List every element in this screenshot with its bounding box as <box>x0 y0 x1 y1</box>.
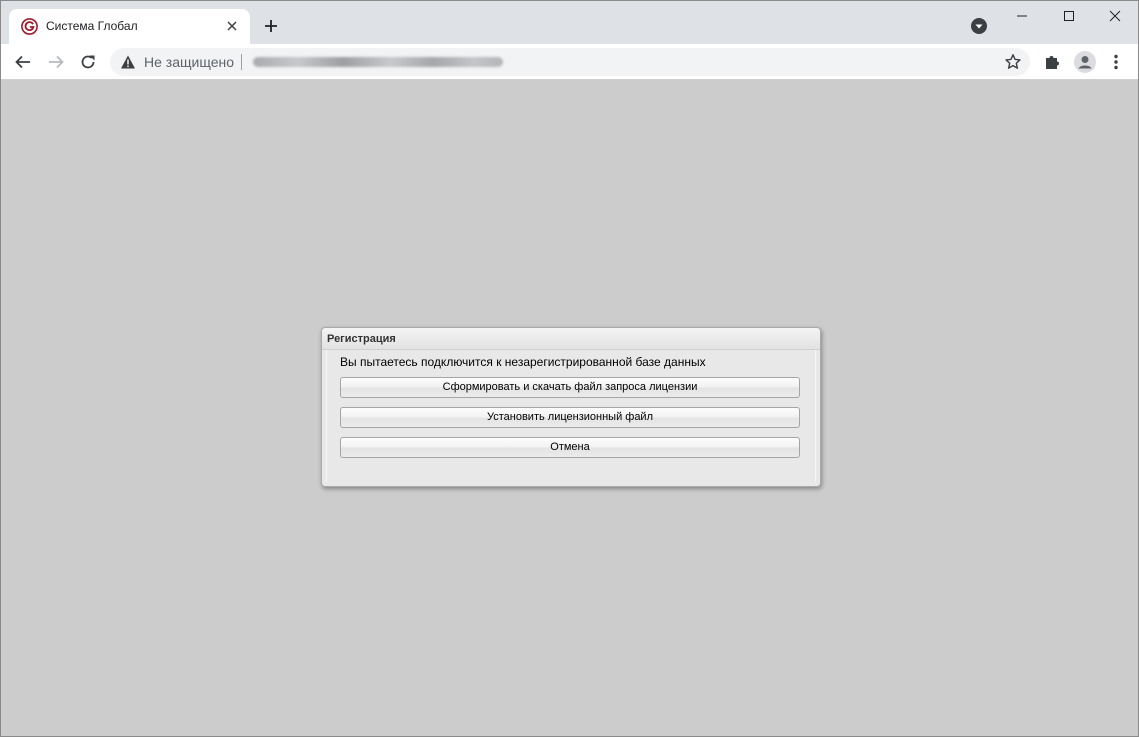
tab-title: Система Глобал <box>46 19 138 33</box>
tab-search-icon[interactable] <box>970 17 988 35</box>
browser-window: Система Глобал Не защищено Регистрация В… <box>0 0 1139 737</box>
maximize-button[interactable] <box>1046 1 1092 31</box>
browser-tab[interactable]: Система Глобал <box>9 9 250 44</box>
close-icon <box>1109 10 1121 22</box>
security-label[interactable]: Не защищено <box>144 54 234 70</box>
close-icon[interactable] <box>224 18 240 34</box>
reload-icon[interactable] <box>78 52 98 72</box>
minimize-button[interactable] <box>999 1 1045 31</box>
tab-strip: Система Глобал <box>1 1 1138 44</box>
plus-icon[interactable] <box>261 16 281 36</box>
minimize-icon <box>1017 15 1027 17</box>
extensions-puzzle-icon[interactable] <box>1042 52 1062 72</box>
globus-logo-icon <box>21 18 38 35</box>
warning-icon[interactable] <box>120 54 136 70</box>
dialog-header[interactable]: Регистрация <box>322 328 820 350</box>
menu-kebab-icon[interactable] <box>1106 52 1126 72</box>
dialog-message: Вы пытаетесь подключится к незарегистрир… <box>340 355 706 369</box>
install-license-button[interactable]: Установить лицензионный файл <box>340 407 800 428</box>
registration-dialog: Регистрация Вы пытаетесь подключится к н… <box>321 327 821 487</box>
close-window-button[interactable] <box>1092 1 1138 31</box>
profile-avatar-icon[interactable] <box>1074 51 1096 73</box>
cancel-button[interactable]: Отмена <box>340 437 800 458</box>
address-separator <box>241 54 242 70</box>
back-arrow-icon[interactable] <box>13 52 33 72</box>
request-license-button[interactable]: Сформировать и скачать файл запроса лице… <box>340 377 800 398</box>
bookmark-star-icon[interactable] <box>1004 53 1022 71</box>
address-bar[interactable]: Не защищено <box>110 48 1030 76</box>
forward-arrow-icon[interactable] <box>46 52 66 72</box>
url-text-blurred[interactable] <box>253 57 503 67</box>
browser-toolbar: Не защищено <box>1 44 1138 80</box>
maximize-icon <box>1064 11 1074 21</box>
dialog-title: Регистрация <box>327 333 396 345</box>
